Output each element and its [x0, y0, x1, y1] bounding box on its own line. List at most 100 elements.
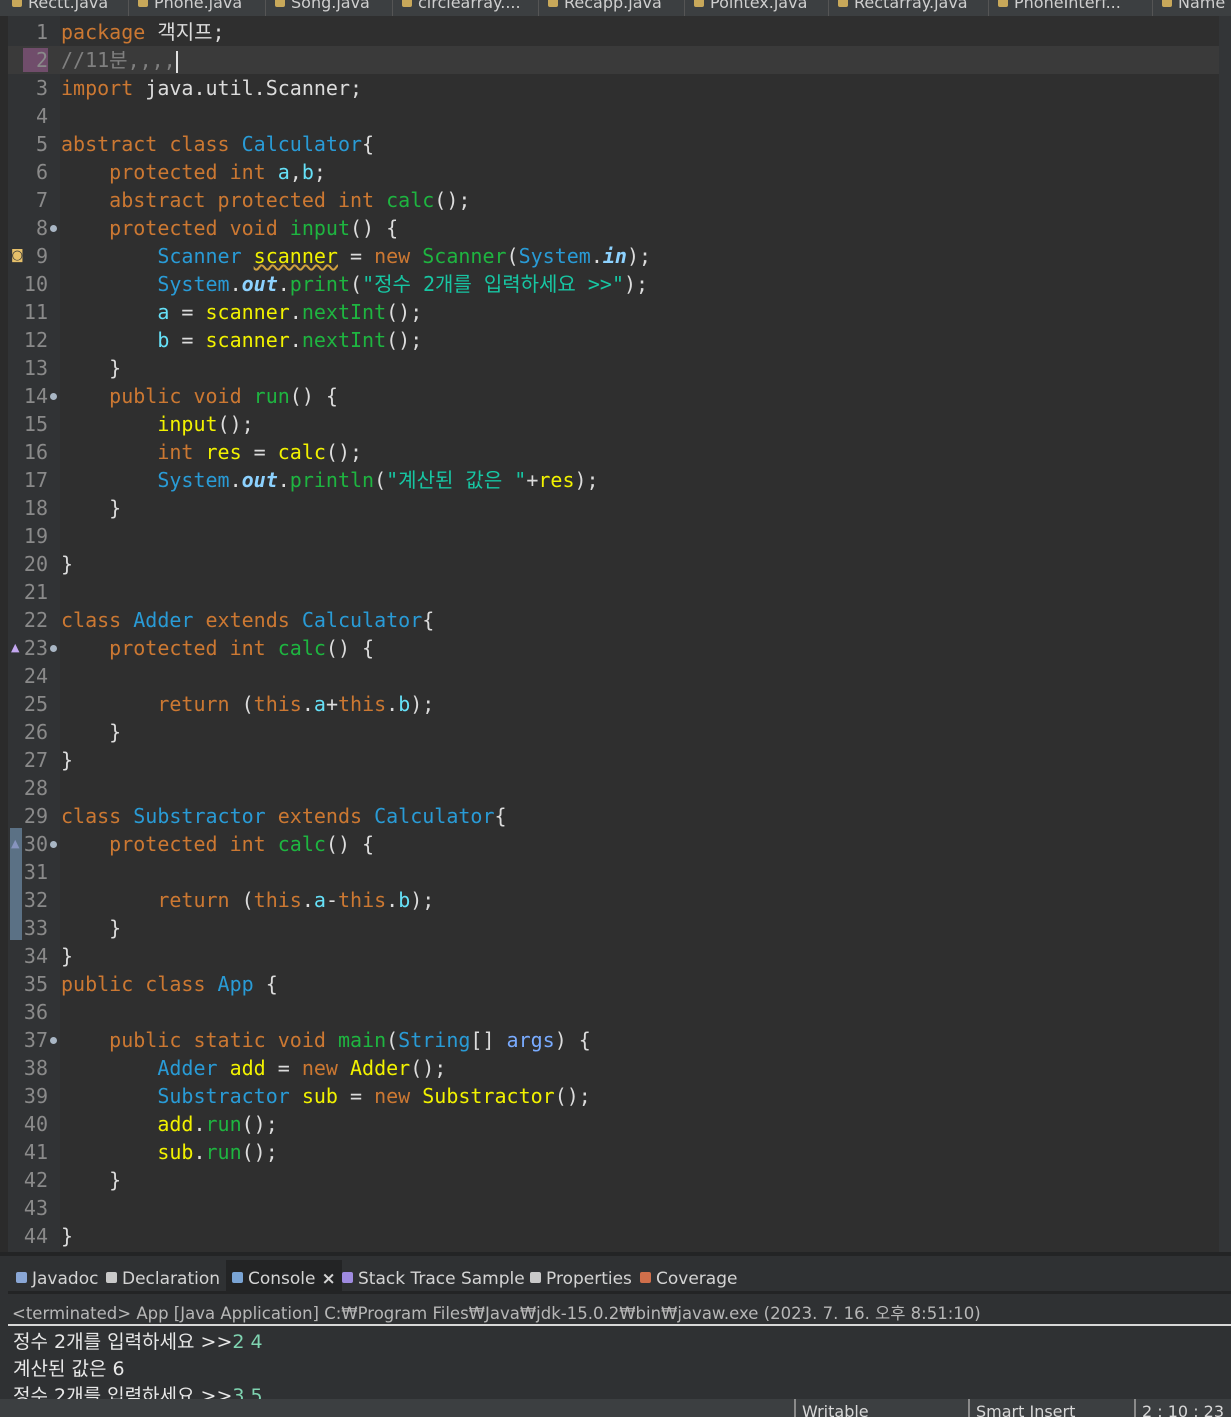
code-token: = [169, 328, 206, 352]
code-line[interactable]: 11 a = scanner.nextInt(); [8, 298, 1219, 326]
code-line[interactable]: 29 class Substractor extends Calculator{ [8, 802, 1219, 830]
view-tab-declaration[interactable]: Declaration [106, 1260, 220, 1294]
code-line[interactable]: 3 import java.util.Scanner; [8, 74, 1219, 102]
code-line[interactable]: 35 public class App { [8, 970, 1219, 998]
view-tab-label: Coverage [656, 1269, 738, 1289]
code-line[interactable]: 26 } [8, 718, 1219, 746]
editor-tab[interactable]: Rectarray.java [838, 0, 968, 13]
code-line[interactable]: 19 [8, 522, 1219, 550]
code-line[interactable]: 10 System.out.print("정수 2개를 입력하세요 >>"); [8, 270, 1219, 298]
warning-lightbulb-icon[interactable]: ◙ [11, 242, 24, 270]
code-line[interactable]: 31 [8, 858, 1219, 886]
editor-tab[interactable]: Pointex.java [694, 0, 807, 13]
view-tab-javadoc[interactable]: Javadoc [16, 1260, 98, 1294]
view-tab-properties[interactable]: Properties [530, 1260, 632, 1294]
code-line[interactable]: 16 int res = calc(); [8, 438, 1219, 466]
code-line[interactable]: 14 public void run() { [8, 382, 1219, 410]
code-token: main [337, 1028, 387, 1052]
code-token: protected int [109, 832, 278, 856]
code-token: ( [241, 888, 254, 912]
code-line[interactable]: 1 package 객지프; [8, 18, 1219, 46]
editor-tab[interactable]: Phone.java [138, 0, 242, 13]
code-line[interactable]: 39 Substractor sub = new Substractor(); [8, 1082, 1219, 1110]
code-line[interactable]: 13 } [8, 354, 1219, 382]
code-line[interactable]: 32 return (this.a-this.b); [8, 886, 1219, 914]
code-token: . [386, 692, 399, 716]
console-icon [232, 1271, 243, 1283]
code-line[interactable]: 22 class Adder extends Calculator{ [8, 606, 1219, 634]
editor-tab[interactable]: Recapp.java [548, 0, 662, 13]
console-output-text: 계산된 값은 6 [13, 1358, 125, 1380]
code-line[interactable]: 23 ▲ protected int calc() { [8, 634, 1219, 662]
code-token: Calculator [241, 132, 363, 156]
code-line[interactable]: 15 input(); [8, 410, 1219, 438]
editor-scrollbar[interactable] [1219, 16, 1231, 1252]
code-line[interactable]: 43 [8, 1194, 1219, 1222]
code-token: { [422, 608, 435, 632]
code-line[interactable]: 20} [8, 550, 1219, 578]
code-token: . [229, 272, 242, 296]
code-text: int res = calc(); [61, 438, 362, 466]
code-line[interactable]: 38 Adder add = new Adder(); [8, 1054, 1219, 1082]
code-token: ( [350, 272, 363, 296]
fold-toggle-icon[interactable] [50, 1037, 57, 1044]
editor-tab[interactable]: Song.java [275, 0, 370, 13]
code-line[interactable]: 21 [8, 578, 1219, 606]
editor-tab[interactable]: Rectt.java [12, 0, 108, 13]
code-line[interactable]: 27} [8, 746, 1219, 774]
code-token: b [398, 692, 411, 716]
code-line[interactable]: 33 } [8, 914, 1219, 942]
editor-tab[interactable]: Name [1162, 0, 1225, 13]
code-line[interactable]: 12 b = scanner.nextInt(); [8, 326, 1219, 354]
view-tab-coverage[interactable]: Coverage [640, 1260, 737, 1294]
code-line[interactable]: 9 ◙ Scanner scanner = new Scanner(System.… [8, 242, 1219, 270]
code-line[interactable]: 24 [8, 662, 1219, 690]
code-token: ); [410, 692, 435, 716]
code-token: protected void [109, 216, 290, 240]
editor-tab[interactable]: circlearray.... [402, 0, 521, 13]
view-tab-label: Declaration [122, 1269, 221, 1289]
code-line[interactable]: 7 abstract protected int calc(); [8, 186, 1219, 214]
code-line[interactable]: 2 //11분,,,, [8, 46, 1219, 74]
code-line[interactable]: 36 [8, 998, 1219, 1026]
line-number: 15 [23, 412, 48, 436]
code-line[interactable]: 4 [8, 102, 1219, 130]
code-line[interactable]: 25 return (this.a+this.b); [8, 690, 1219, 718]
fold-toggle-icon[interactable] [50, 645, 57, 652]
code-token: () { [350, 216, 399, 240]
code-line[interactable]: 34} [8, 942, 1219, 970]
code-line[interactable]: 44} [8, 1222, 1219, 1250]
code-token: out [241, 272, 278, 296]
code-line[interactable]: 8 protected void input() { [8, 214, 1219, 242]
code-token: (); [386, 328, 423, 352]
code-line[interactable]: 42 } [8, 1166, 1219, 1194]
code-line[interactable]: 40 add.run(); [8, 1110, 1219, 1138]
fold-toggle-icon[interactable] [50, 225, 57, 232]
code-line[interactable]: 5 abstract class Calculator{ [8, 130, 1219, 158]
tab-separator [1152, 0, 1153, 16]
override-marker-icon[interactable]: ▲ [11, 634, 19, 662]
stacktrace-icon [342, 1271, 353, 1283]
code-line[interactable]: 41 sub.run(); [8, 1138, 1219, 1166]
code-line[interactable]: 28 [8, 774, 1219, 802]
code-editor[interactable]: 1 package 객지프; 2 //11분,,,, 3 import java.util… [8, 16, 1231, 1252]
fold-toggle-icon[interactable] [50, 393, 57, 400]
view-tab-stack-trace-sample[interactable]: Stack Trace Sample [342, 1260, 525, 1294]
line-number: 16 [23, 440, 48, 464]
code-line[interactable]: 18 } [8, 494, 1219, 522]
line-number: 17 [23, 468, 48, 492]
code-line[interactable]: 17 System.out.println("계산된 값은 "+res); [8, 466, 1219, 494]
line-number: 2 [23, 48, 48, 72]
close-icon[interactable]: × [322, 1269, 336, 1289]
fold-toggle-icon[interactable] [50, 841, 57, 848]
declaration-icon [106, 1271, 117, 1283]
code-token: . [277, 468, 290, 492]
code-line[interactable]: 37 public static void main(String[] args… [8, 1026, 1219, 1054]
editor-tab[interactable]: PhoneInterf... [998, 0, 1121, 13]
code-token: abstract protected int [109, 188, 387, 212]
code-line[interactable]: 6 protected int a,b; [8, 158, 1219, 186]
view-tab-console[interactable]: Console × [226, 1260, 342, 1294]
code-line[interactable]: 30▲ protected int calc() { [8, 830, 1219, 858]
